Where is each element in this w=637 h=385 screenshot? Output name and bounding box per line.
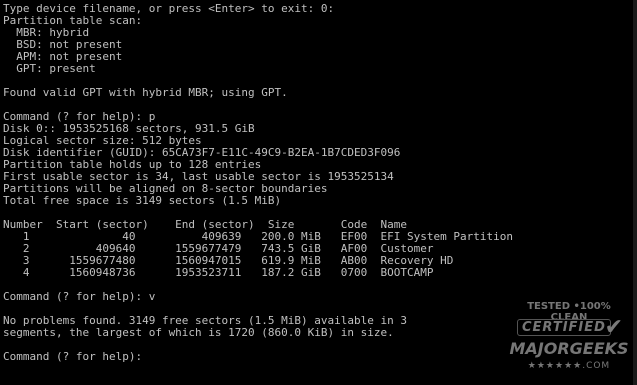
console-line: Total free space is 3149 sectors (1.5 Mi… (3, 194, 282, 207)
watermark-brand-text: MAJORGEEKS (509, 339, 629, 358)
console-line: Found valid GPT with hybrid MBR; using G… (3, 86, 288, 99)
scrollbar[interactable] (633, 0, 637, 385)
console-line: APM: not present (3, 50, 123, 63)
table-row: 4 1560948736 1953523711 187.2 GiB 0700 B… (3, 266, 434, 279)
console-line: Partition table scan: (3, 14, 143, 27)
console-window[interactable]: Type device filename, or press <Enter> t… (0, 0, 637, 385)
check-icon: ✔ (604, 315, 623, 340)
watermark-certified-text: CERTIFIED (517, 319, 611, 336)
console-line: GPT: present (3, 62, 96, 75)
watermark-logo: TESTED •100% CLEAN CERTIFIED ✔ MAJORGEEK… (509, 299, 629, 379)
watermark-bottom-text: ★★★★★★.COM (527, 361, 611, 371)
